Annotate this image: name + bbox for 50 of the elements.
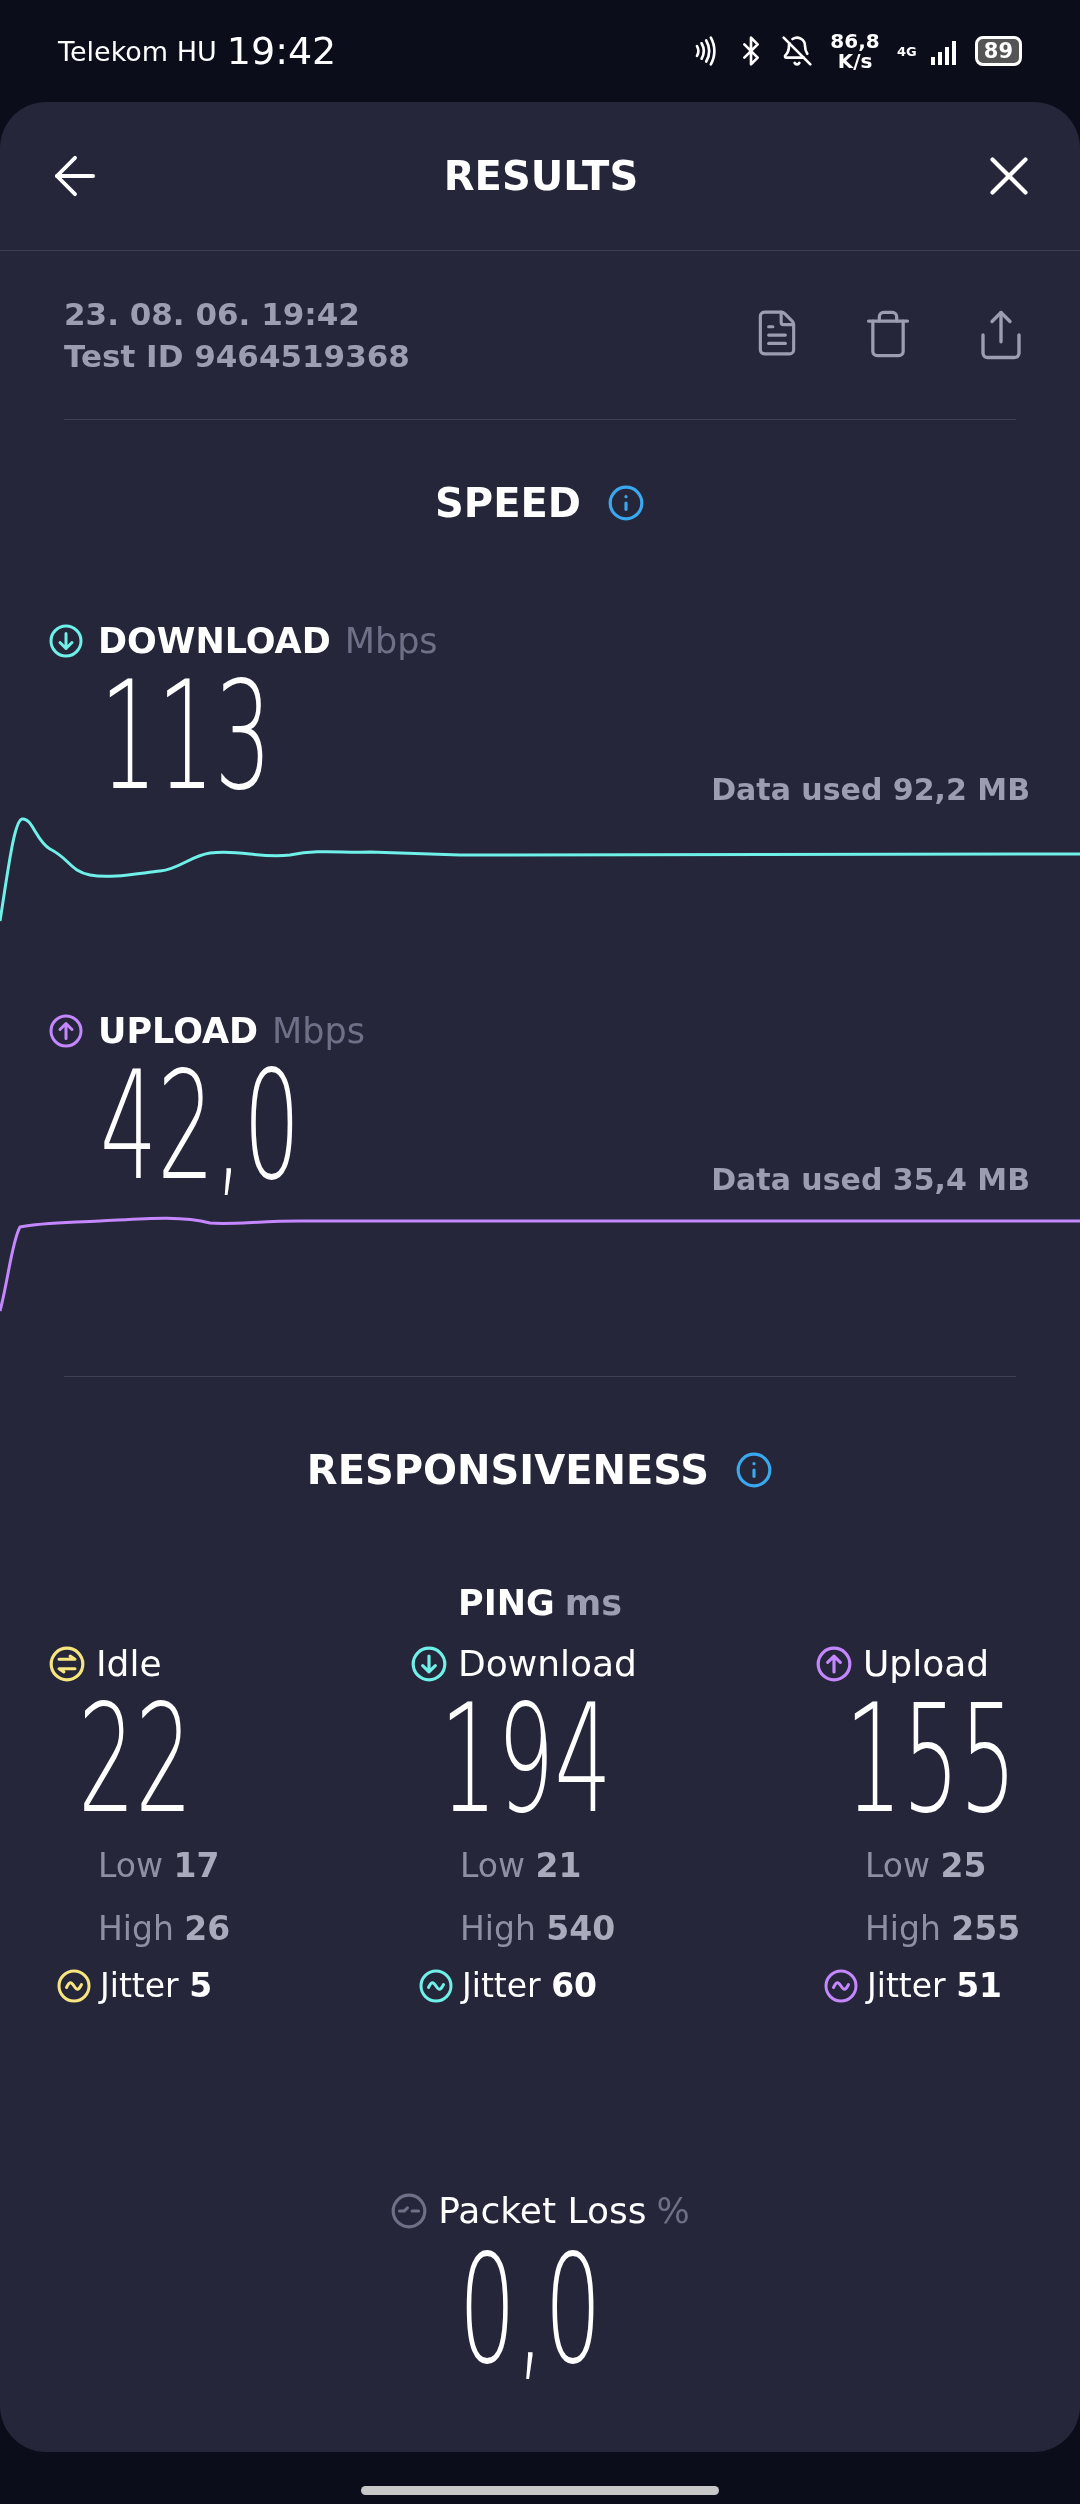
arrow-down-circle-icon: [410, 1644, 448, 1683]
metric-label: DOWNLOAD: [98, 621, 331, 661]
unit-label: Mbps: [272, 1011, 365, 1051]
ping-high: High 540: [459, 1908, 617, 1950]
arrow-up-circle-icon: [48, 1013, 84, 1049]
page-title: RESULTS: [443, 153, 639, 199]
unit-label: ms: [564, 1583, 622, 1623]
wave-circle-icon: [418, 1967, 454, 2004]
bell-off-icon: [781, 35, 814, 67]
packet-loss-label: Packet Loss: [438, 2190, 647, 2231]
packet-loss-icon: [390, 2191, 429, 2230]
arrow-down-circle-icon: [48, 623, 84, 659]
ping-type-label: Upload: [863, 1643, 990, 1684]
wave-circle-icon: [823, 1967, 859, 2004]
ping-low: Low 17: [97, 1845, 221, 1887]
speed-value: 42,0: [100, 1051, 301, 1201]
packet-loss-value: 0,0: [458, 2235, 602, 2385]
section-title: RESPONSIVENESS: [306, 1447, 710, 1493]
metric-label: UPLOAD: [98, 1011, 259, 1051]
ping-type-label: Idle: [96, 1643, 162, 1684]
network-type: 4G: [897, 43, 917, 59]
clock: 19:42: [226, 29, 337, 73]
ping-low: Low 21: [459, 1845, 583, 1887]
data-used: Data used 35,4 MB: [711, 1162, 1030, 1197]
ping-value: 22: [77, 1684, 193, 1834]
wave-circle-icon: [56, 1967, 92, 2004]
test-date: 23. 08. 06. 19:42: [64, 295, 361, 334]
ping-value: 155: [844, 1684, 1017, 1834]
info-icon[interactable]: [607, 484, 645, 522]
arrow-up-circle-icon: [815, 1644, 853, 1683]
jitter-value: Jitter 60: [462, 1966, 598, 2005]
ping-high: High 26: [97, 1908, 232, 1950]
unit-label: Mbps: [344, 621, 438, 661]
data-used: Data used 92,2 MB: [711, 772, 1030, 807]
ping-type-label: Download: [458, 1643, 637, 1684]
section-title: SPEED: [435, 480, 581, 526]
network-speed: 86,8 K/s: [829, 31, 881, 71]
jitter-value: Jitter 5: [100, 1966, 213, 2005]
ping-label: PING: [458, 1583, 555, 1623]
speed-value: 113: [100, 661, 272, 811]
ping-low: Low 25: [864, 1845, 988, 1887]
battery-level: 89: [974, 36, 1022, 66]
test-id: Test ID 9464519368: [64, 337, 410, 376]
exchange-circle-icon: [48, 1644, 86, 1683]
jitter-value: Jitter 51: [867, 1966, 1003, 2005]
ping-high: High 255: [864, 1908, 1022, 1950]
carrier-name: Telekom HU: [58, 35, 217, 67]
unit-label: %: [656, 2190, 690, 2231]
info-icon[interactable]: [735, 1451, 774, 1489]
ping-value: 194: [439, 1684, 612, 1834]
